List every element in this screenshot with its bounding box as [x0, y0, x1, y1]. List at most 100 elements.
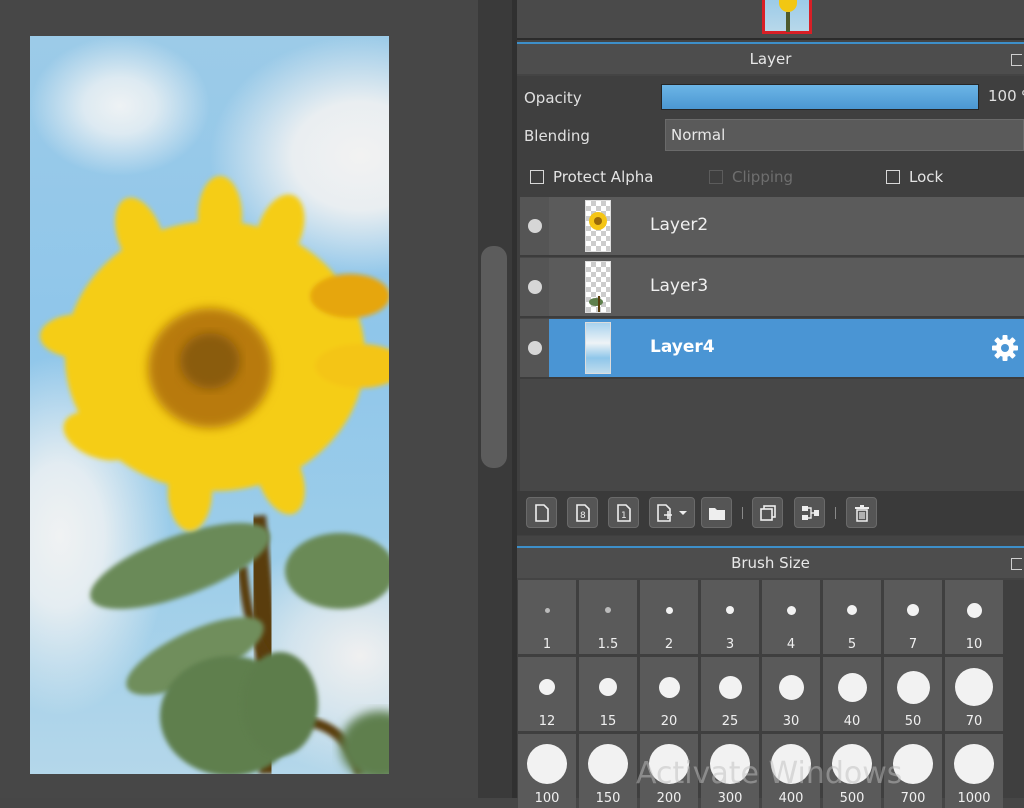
- brush-size-label: 150: [595, 791, 621, 806]
- panel-menu-icon[interactable]: [1011, 54, 1022, 66]
- checkbox-icon: [886, 170, 900, 184]
- brush-size-cell[interactable]: 25: [701, 657, 759, 731]
- brush-size-preview: [658, 676, 680, 698]
- brush-size-cell[interactable]: 100: [518, 734, 576, 808]
- blending-mode-select[interactable]: Normal: [665, 119, 1024, 151]
- new-folder-button[interactable]: [701, 497, 732, 528]
- brush-size-label: 5: [847, 637, 857, 652]
- brush-size-cell[interactable]: 30: [762, 657, 820, 731]
- brush-size-label: 300: [717, 791, 743, 806]
- brush-size-cell[interactable]: 7: [884, 580, 942, 654]
- vertical-scrollbar-thumb[interactable]: [481, 246, 507, 468]
- brush-size-cell[interactable]: 3: [701, 580, 759, 654]
- brush-size-cell[interactable]: 2: [640, 580, 698, 654]
- brush-size-panel-header: Brush Size: [517, 546, 1024, 578]
- brush-size-preview: [954, 744, 994, 784]
- blending-label: Blending: [524, 127, 590, 145]
- opacity-slider[interactable]: [661, 84, 979, 110]
- new-8bit-layer-button[interactable]: 8: [567, 497, 598, 528]
- toolbar-separator: [742, 507, 743, 519]
- protect-alpha-label: Protect Alpha: [553, 168, 654, 186]
- checkbox-icon: [709, 170, 723, 184]
- new-1bit-layer-icon: 1: [617, 504, 631, 522]
- layer-thumbnail: [585, 261, 611, 313]
- brush-size-cell[interactable]: 4: [762, 580, 820, 654]
- brush-size-label: 40: [843, 714, 861, 729]
- brush-size-cell[interactable]: 70: [945, 657, 1003, 731]
- brush-size-cell[interactable]: 1000: [945, 734, 1003, 808]
- visibility-column: [520, 197, 549, 255]
- brush-size-cell[interactable]: 1: [518, 580, 576, 654]
- merge-layer-button[interactable]: [794, 497, 825, 528]
- brush-size-cell[interactable]: 20: [640, 657, 698, 731]
- visibility-column: [520, 319, 549, 377]
- layer-toolbar: 8 1: [517, 491, 1024, 535]
- layer-thumbnail: [585, 200, 611, 252]
- layer-row[interactable]: Layer2: [520, 197, 1024, 257]
- canvas-artwork[interactable]: [30, 36, 389, 774]
- merge-layer-icon: [802, 506, 819, 520]
- brush-size-label: 500: [839, 791, 865, 806]
- brush-size-label: 400: [778, 791, 804, 806]
- duplicate-layer-button[interactable]: [752, 497, 783, 528]
- lock-label: Lock: [909, 168, 944, 186]
- layer-row-selected[interactable]: Layer4: [520, 319, 1024, 379]
- brush-size-cell[interactable]: 1.5: [579, 580, 637, 654]
- brush-size-cell[interactable]: 50: [884, 657, 942, 731]
- brush-size-label: 7: [908, 637, 918, 652]
- brush-size-preview: [955, 668, 993, 706]
- visibility-column: [520, 258, 549, 316]
- brush-size-label: 10: [965, 637, 983, 652]
- layer-panel-body: Opacity 100 % Blending Normal Protect Al…: [517, 76, 1024, 536]
- visibility-toggle-icon[interactable]: [528, 219, 542, 233]
- lock-checkbox[interactable]: Lock: [886, 167, 943, 187]
- panel-menu-icon[interactable]: [1011, 558, 1022, 570]
- brush-size-label: 50: [904, 714, 922, 729]
- brush-size-preview: [527, 744, 567, 784]
- navigator-sunflower-thumb: [779, 0, 797, 12]
- brush-size-label: 4: [786, 637, 796, 652]
- new-folder-icon: [709, 508, 725, 520]
- delete-layer-icon: [855, 505, 869, 522]
- brush-size-label: 2: [664, 637, 674, 652]
- navigator-preview[interactable]: [762, 0, 812, 34]
- new-1bit-layer-button[interactable]: 1: [608, 497, 639, 528]
- add-layer-menu-icon: [657, 504, 687, 522]
- brush-size-cell[interactable]: 5: [823, 580, 881, 654]
- new-8bit-layer-icon: 8: [576, 504, 590, 522]
- brush-size-cell[interactable]: 150: [579, 734, 637, 808]
- navigator-panel: [517, 0, 1024, 40]
- brush-size-label: 3: [725, 637, 735, 652]
- new-layer-button[interactable]: [526, 497, 557, 528]
- new-layer-icon: [535, 504, 549, 522]
- brush-size-label: 20: [660, 714, 678, 729]
- navigator-stem-thumb: [786, 12, 790, 32]
- brush-size-preview: [786, 605, 796, 615]
- canvas-area[interactable]: [0, 0, 478, 798]
- protect-alpha-checkbox[interactable]: Protect Alpha: [530, 167, 653, 187]
- svg-text:1: 1: [621, 511, 627, 521]
- brush-size-label: 25: [721, 714, 739, 729]
- brush-size-preview: [778, 674, 804, 700]
- brush-size-preview: [847, 605, 857, 615]
- brush-size-preview: [544, 607, 550, 613]
- brush-size-cell[interactable]: 12: [518, 657, 576, 731]
- blending-mode-value: Normal: [671, 126, 726, 144]
- layer-row[interactable]: Layer3: [520, 258, 1024, 318]
- leaves-thumbnail-icon: [589, 296, 603, 312]
- layer-list: Layer2 Layer3 Layer4: [520, 197, 1024, 491]
- delete-layer-button[interactable]: [846, 497, 877, 528]
- visibility-toggle-icon[interactable]: [528, 280, 542, 294]
- brush-size-cell[interactable]: 40: [823, 657, 881, 731]
- brush-size-preview: [718, 675, 742, 699]
- add-layer-dropdown-button[interactable]: [649, 497, 695, 528]
- brush-size-cell[interactable]: 15: [579, 657, 637, 731]
- brush-size-label: 100: [534, 791, 560, 806]
- brush-size-preview: [588, 744, 628, 784]
- brush-size-label: 1.5: [597, 637, 619, 652]
- brush-size-cell[interactable]: 10: [945, 580, 1003, 654]
- layer-name: Layer2: [650, 215, 709, 235]
- brush-size-panel-title: Brush Size: [731, 554, 810, 572]
- gear-icon[interactable]: [990, 333, 1020, 363]
- visibility-toggle-icon[interactable]: [528, 341, 542, 355]
